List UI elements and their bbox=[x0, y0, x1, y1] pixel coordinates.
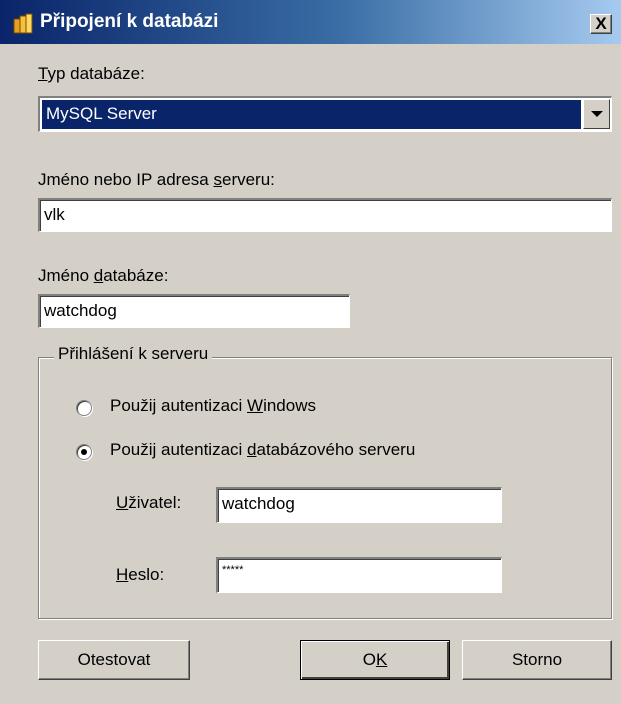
windows-auth-radio[interactable] bbox=[76, 400, 92, 416]
password-label: Heslo: bbox=[116, 565, 165, 584]
login-group-title: Přihlášení k serveru bbox=[54, 344, 213, 364]
db-auth-radio[interactable] bbox=[76, 444, 92, 460]
db-auth-label[interactable]: Použij autentizaci databázového serveru bbox=[110, 440, 415, 460]
user-input[interactable]: watchdog bbox=[216, 487, 502, 523]
cancel-button[interactable]: Storno bbox=[462, 640, 612, 680]
database-icon bbox=[13, 13, 33, 34]
password-input[interactable]: ***** bbox=[216, 557, 502, 593]
database-input[interactable]: watchdog bbox=[38, 294, 350, 328]
windows-auth-label[interactable]: Použij autentizaci Windows bbox=[110, 396, 316, 416]
db-type-label: Typ databáze: bbox=[38, 64, 145, 83]
database-label: Jméno databáze: bbox=[38, 266, 169, 285]
db-type-select[interactable]: MySQL Server bbox=[38, 96, 612, 132]
ok-button[interactable]: OK bbox=[300, 640, 450, 680]
close-button[interactable]: X bbox=[590, 14, 612, 34]
close-icon: X bbox=[595, 14, 607, 33]
window-title: Připojení k databázi bbox=[40, 11, 219, 32]
title-bar[interactable]: Připojení k databázi X bbox=[0, 0, 621, 44]
chevron-down-icon[interactable] bbox=[583, 99, 610, 129]
user-label: Uživatel: bbox=[116, 493, 182, 512]
server-label: Jméno nebo IP adresa serveru: bbox=[38, 170, 275, 189]
server-input[interactable]: vlk bbox=[38, 198, 612, 232]
db-type-value: MySQL Server bbox=[42, 100, 581, 129]
test-button[interactable]: Otestovat bbox=[38, 640, 190, 680]
